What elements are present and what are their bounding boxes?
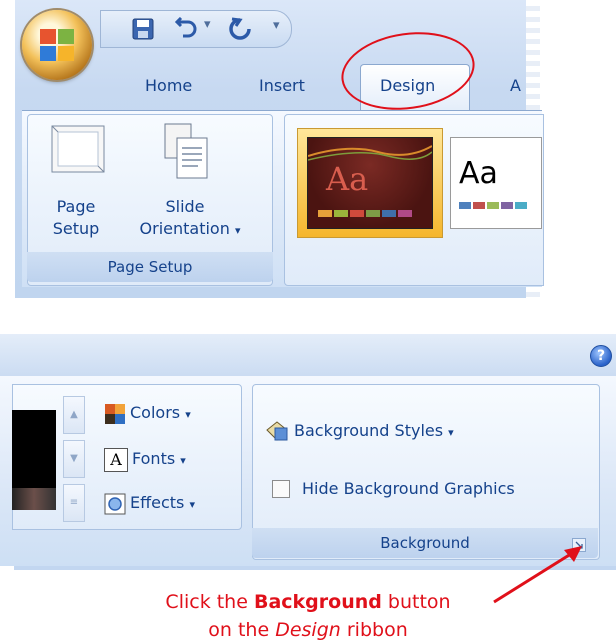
theme-1-color-swatch — [334, 210, 348, 217]
background-styles-icon — [266, 420, 288, 441]
theme-1-color-swatch — [382, 210, 396, 217]
tab-home[interactable]: Home — [145, 76, 192, 95]
effects-icon — [104, 493, 126, 514]
theme-2-color-swatch — [459, 202, 471, 209]
ribbon-title-strip — [0, 334, 616, 377]
theme-2-color-swatch — [487, 202, 499, 209]
theme-2-sample-text: Aa — [459, 156, 498, 191]
slide-orientation-icon[interactable] — [163, 122, 209, 180]
page-setup-icon[interactable] — [51, 125, 105, 173]
help-icon[interactable]: ? — [590, 345, 612, 367]
theme-1-color-swatch — [350, 210, 364, 217]
theme-thumbnail-partial[interactable] — [12, 410, 56, 510]
save-icon[interactable] — [131, 17, 155, 41]
effects-button[interactable]: Effects ▾ — [104, 490, 195, 516]
theme-2-color-swatch — [473, 202, 485, 209]
chevron-down-icon: ▾ — [185, 408, 191, 421]
theme-1-color-swatch — [398, 210, 412, 217]
fonts-button[interactable]: A Fonts ▾ — [104, 446, 186, 472]
undo-dropdown-arrow[interactable]: ▾ — [204, 17, 211, 32]
theme-thumbnail-footer — [12, 488, 56, 510]
chevron-down-icon: ▾ — [448, 426, 454, 439]
hide-background-graphics-checkbox[interactable] — [272, 480, 290, 498]
theme-thumbnail-selected[interactable]: Aa — [307, 137, 433, 229]
gallery-scroll-down-icon[interactable]: ▼ — [63, 440, 85, 478]
office-button-icon — [40, 29, 74, 61]
theme-1-color-swatch — [366, 210, 380, 217]
page-setup-label-line2[interactable]: Setup — [45, 218, 107, 240]
colors-button[interactable]: Colors ▾ — [104, 400, 191, 426]
colors-icon — [105, 403, 125, 424]
gallery-more-icon[interactable]: ≡ — [63, 484, 85, 522]
chevron-down-icon: ▾ — [189, 498, 196, 511]
fonts-icon: A — [104, 447, 128, 472]
hide-background-graphics-label[interactable]: Hide Background Graphics — [302, 476, 515, 502]
page-setup-label-line1[interactable]: Page — [45, 196, 107, 218]
chevron-down-icon: ▾ — [234, 224, 241, 237]
slide-orientation-label-line1[interactable]: Slide — [150, 196, 220, 218]
theme-thumbnail-office[interactable]: Aa — [450, 137, 542, 229]
quick-access-toolbar: ▾ ▾ — [100, 10, 292, 48]
tab-insert[interactable]: Insert — [259, 76, 305, 95]
theme-1-sample-text: Aa — [326, 160, 369, 198]
caption-line-1: Click the Background button — [165, 591, 451, 613]
undo-icon[interactable] — [175, 17, 199, 41]
background-styles-button[interactable]: Background Styles ▾ — [264, 418, 454, 444]
page-setup-group-label: Page Setup — [27, 252, 273, 282]
slide-orientation-label-line2[interactable]: Orientation ▾ — [130, 218, 250, 242]
gallery-scroll-up-icon[interactable]: ▲ — [63, 396, 85, 434]
theme-2-color-swatch — [515, 202, 527, 209]
themes-gallery-scroll: ▲ ▼ ≡ — [63, 396, 85, 522]
chevron-down-icon: ▾ — [180, 454, 186, 467]
theme-2-color-swatch — [501, 202, 513, 209]
instruction-caption: Click the Background button on the Desig… — [0, 588, 616, 644]
theme-1-color-swatch — [318, 210, 332, 217]
redo-icon[interactable] — [228, 17, 252, 41]
caption-line-2: on the Design ribbon — [208, 619, 408, 641]
customize-qat-icon[interactable]: ▾ — [273, 18, 280, 33]
tab-animations-partial[interactable]: A — [510, 76, 521, 95]
